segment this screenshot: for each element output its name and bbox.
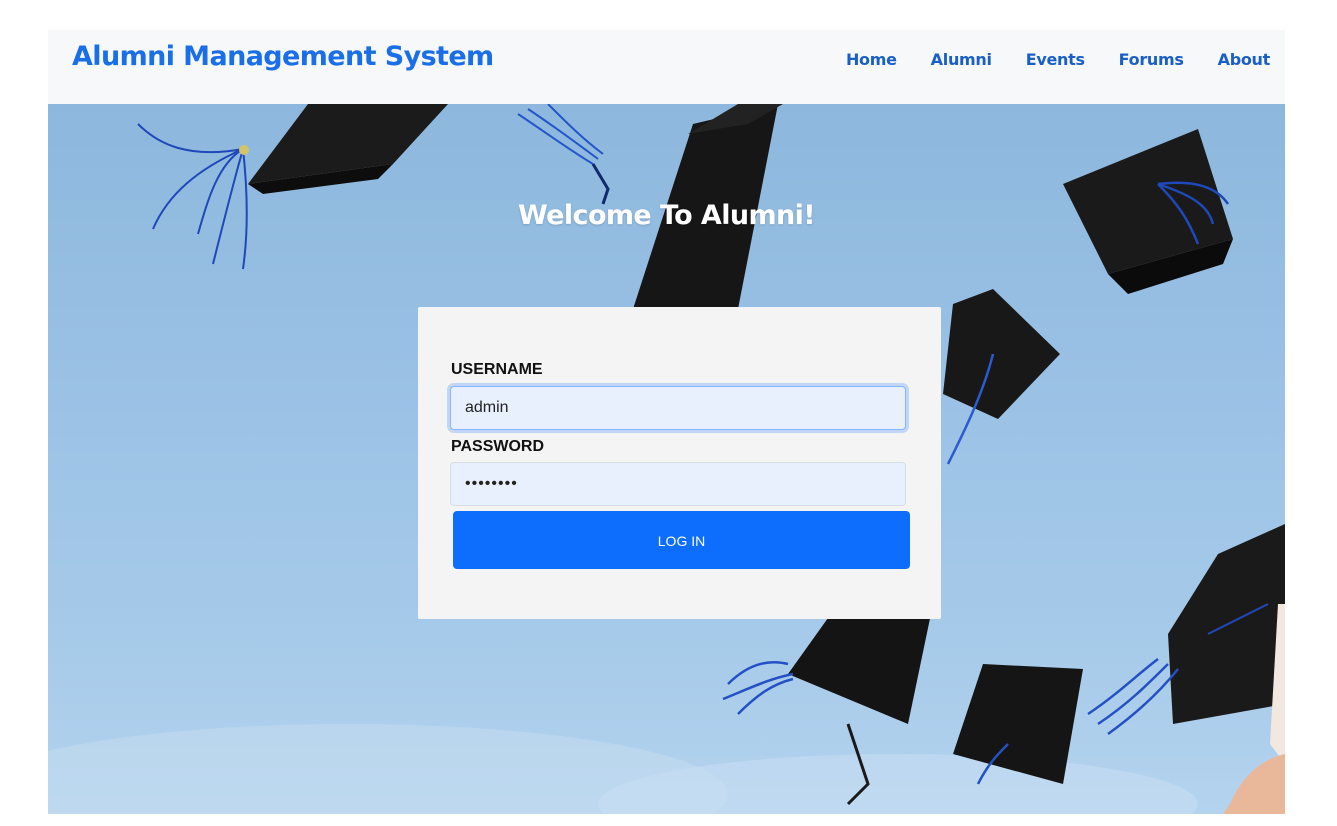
password-input[interactable] bbox=[450, 462, 906, 506]
password-label: PASSWORD bbox=[451, 438, 545, 455]
page-frame: Alumni Management System Home Alumni Eve… bbox=[48, 30, 1285, 814]
cap-top-left bbox=[137, 104, 448, 270]
cap-right-middle bbox=[943, 289, 1060, 465]
nav-link-events[interactable]: Events bbox=[1026, 50, 1085, 69]
login-button[interactable]: LOG IN bbox=[453, 511, 910, 569]
username-input[interactable] bbox=[450, 386, 906, 430]
hero-section: Welcome To Alumni! USERNAME PASSWORD LOG… bbox=[48, 104, 1285, 814]
nav-link-forums[interactable]: Forums bbox=[1119, 50, 1184, 69]
login-card: USERNAME PASSWORD LOG IN bbox=[418, 307, 941, 619]
username-label: USERNAME bbox=[451, 361, 543, 378]
nav-link-alumni[interactable]: Alumni bbox=[931, 50, 992, 69]
nav-link-about[interactable]: About bbox=[1218, 50, 1271, 69]
nav-menu: Home Alumni Events Forums About bbox=[812, 50, 1270, 69]
nav-link-home[interactable]: Home bbox=[846, 50, 897, 69]
welcome-heading: Welcome To Alumni! bbox=[517, 200, 816, 231]
cap-bottom-right bbox=[953, 524, 1285, 785]
brand-link[interactable]: Alumni Management System bbox=[72, 41, 494, 72]
navbar: Alumni Management System Home Alumni Eve… bbox=[48, 30, 1285, 104]
